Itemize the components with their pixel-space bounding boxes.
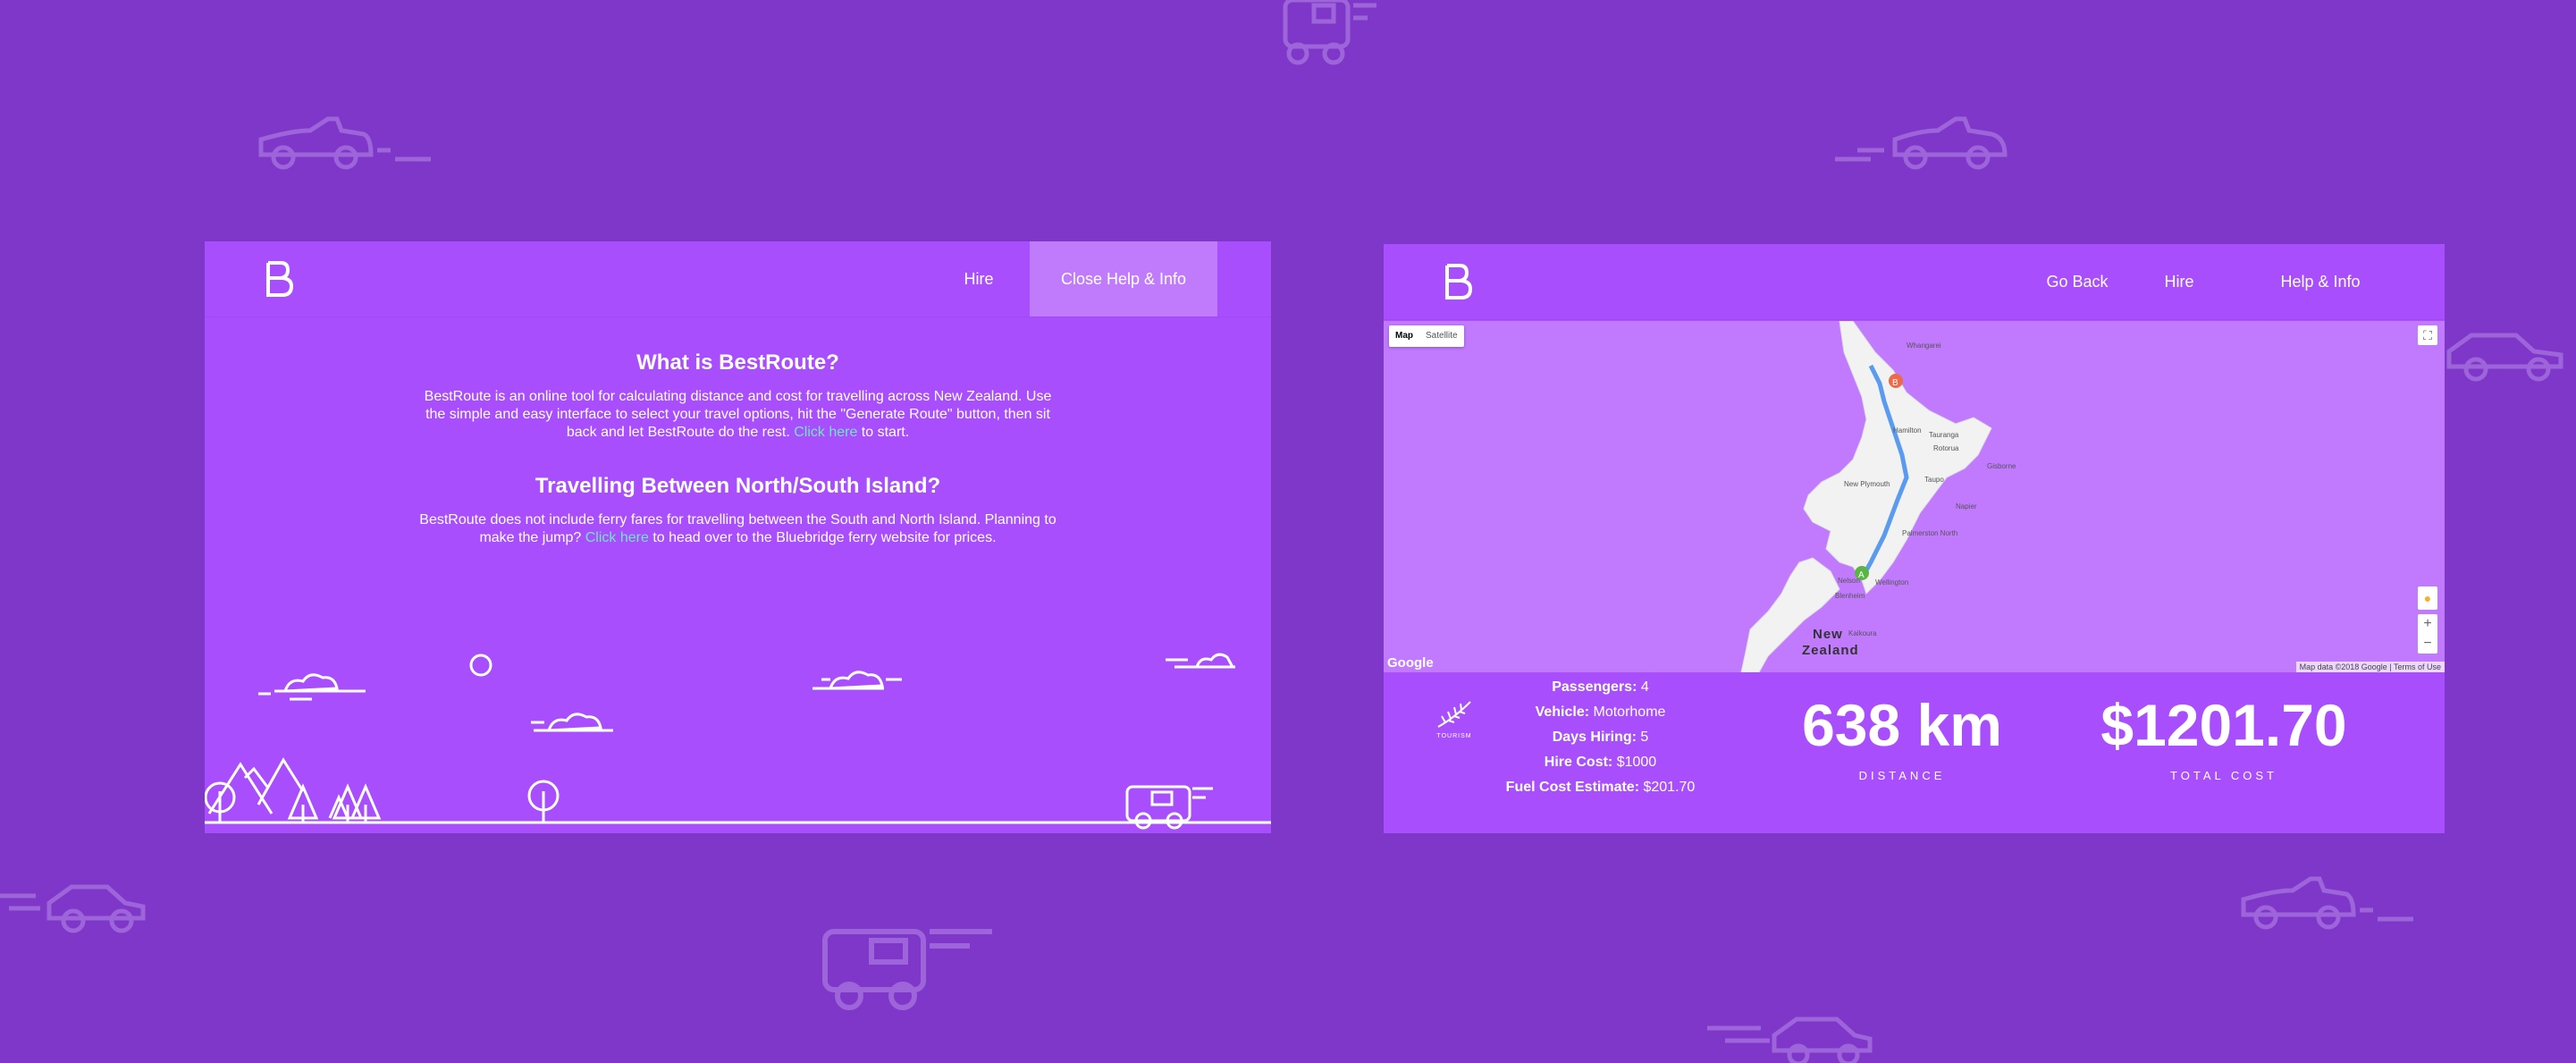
- campervan-icon: [822, 929, 992, 1010]
- convertible-car-icon: [258, 116, 431, 170]
- map-attribution: Map data ©2018 Google | Terms of Use: [2295, 662, 2445, 672]
- nav-hire-link[interactable]: Hire: [947, 241, 1010, 316]
- car-icon: [1707, 1017, 1873, 1063]
- vehicle-detail: Vehicle: Motorhome: [1535, 704, 1666, 720]
- fullscreen-icon[interactable]: ⛶: [2418, 325, 2437, 345]
- svg-text:Whangarei: Whangarei: [1907, 342, 1941, 350]
- fuel-cost-detail: Fuel Cost Estimate: $201.70: [1505, 780, 1696, 795]
- svg-text:Tauranga: Tauranga: [1929, 431, 1959, 439]
- cloud-icon: [1166, 653, 1235, 669]
- car-icon: [0, 884, 146, 933]
- go-back-link[interactable]: Go Back: [2041, 244, 2113, 319]
- distance-label: DISTANCE: [1858, 769, 1946, 782]
- distance-value: 638 km: [1802, 692, 2002, 758]
- trip-summary: TOURISM Passengers: 4 Vehicle: Motorhome…: [1384, 673, 2445, 833]
- section-text-what-is: BestRoute is an online tool for calculat…: [424, 389, 1052, 440]
- cloud-icon: [258, 673, 366, 701]
- top-nav: Hire Close Help & Info: [205, 241, 1271, 317]
- campervan-icon: [1283, 0, 1376, 65]
- nav-hire-link[interactable]: Hire: [2152, 244, 2206, 319]
- section-text-ferry: BestRoute does not include ferry fares f…: [419, 512, 1056, 545]
- convertible-car-icon: [1835, 116, 2008, 170]
- svg-text:Gisborne: Gisborne: [1987, 462, 2016, 470]
- start-link[interactable]: Click here: [794, 425, 857, 440]
- google-logo: Google: [1387, 655, 1434, 671]
- svg-text:Rotorua: Rotorua: [1933, 444, 1959, 452]
- help-info-link[interactable]: Help & Info: [2276, 244, 2365, 319]
- mountains-icon: [207, 757, 305, 814]
- svg-text:New Plymouth: New Plymouth: [1844, 480, 1890, 488]
- total-cost-value: $1201.70: [2100, 692, 2347, 758]
- total-cost-label: TOTAL COST: [2170, 769, 2277, 782]
- days-hiring-detail: Days Hiring: 5: [1552, 730, 1649, 745]
- car-icon: [2446, 333, 2563, 382]
- landscape-illustration: [205, 653, 1271, 830]
- section-heading-ferry: Travelling Between North/South Island?: [535, 474, 941, 498]
- sun-icon: [469, 654, 492, 677]
- bestroute-logo-icon[interactable]: [263, 261, 295, 297]
- passengers-detail: Passengers: 4: [1552, 679, 1649, 695]
- svg-text:B: B: [1892, 378, 1898, 388]
- svg-text:Kaikoura: Kaikoura: [1848, 629, 1877, 637]
- tree-icon: [205, 781, 236, 823]
- hire-cost-detail: Hire Cost: $1000: [1544, 755, 1657, 770]
- svg-text:New: New: [1813, 627, 1843, 642]
- cloud-icon: [531, 713, 613, 732]
- svg-text:Nelson: Nelson: [1838, 577, 1860, 585]
- tourism-logo: TOURISM: [1433, 700, 1476, 739]
- tree-icon: [527, 780, 560, 823]
- top-nav: Go Back Hire Help & Info: [1384, 244, 2445, 320]
- zoom-in-button[interactable]: +: [2418, 614, 2437, 634]
- convertible-car-icon: [2241, 876, 2413, 930]
- close-help-button[interactable]: Close Help & Info: [1030, 241, 1217, 316]
- fern-icon: [1437, 701, 1471, 728]
- satellite-view-button[interactable]: Satellite: [1419, 325, 1464, 347]
- svg-text:Taupo: Taupo: [1924, 476, 1944, 484]
- route-map[interactable]: A B New Zealand Whangarei Hamilton Taura…: [1384, 321, 2445, 672]
- svg-text:Zealand: Zealand: [1802, 643, 1859, 658]
- svg-text:Blenheim: Blenheim: [1835, 592, 1865, 600]
- help-info-panel: Hire Close Help & Info What is BestRoute…: [205, 241, 1271, 833]
- route-result-panel: Go Back Hire Help & Info A B New Zealand…: [1384, 244, 2445, 833]
- zoom-out-button[interactable]: −: [2418, 634, 2437, 654]
- section-heading-what-is: What is BestRoute?: [636, 350, 839, 375]
- nz-map: A B New Zealand Whangarei Hamilton Taura…: [1740, 321, 2016, 672]
- cloud-icon: [812, 671, 902, 690]
- north-island-shape: [1803, 321, 1992, 595]
- bestroute-logo-icon[interactable]: [1442, 264, 1474, 299]
- svg-text:Wellington: Wellington: [1875, 578, 1908, 586]
- pegman-icon[interactable]: ●: [2418, 586, 2437, 610]
- help-content: What is BestRoute? BestRoute is an onlin…: [205, 350, 1271, 547]
- map-view-button[interactable]: Map: [1389, 325, 1419, 347]
- tree-icon: [287, 783, 319, 823]
- ferry-link[interactable]: Click here: [585, 530, 649, 545]
- terms-link[interactable]: Terms of Use: [2394, 662, 2441, 671]
- svg-text:Palmerston North: Palmerston North: [1902, 529, 1957, 537]
- svg-text:Napier: Napier: [1956, 502, 1977, 510]
- svg-text:Hamilton: Hamilton: [1893, 426, 1922, 434]
- map-type-toggle: Map Satellite: [1389, 325, 1464, 347]
